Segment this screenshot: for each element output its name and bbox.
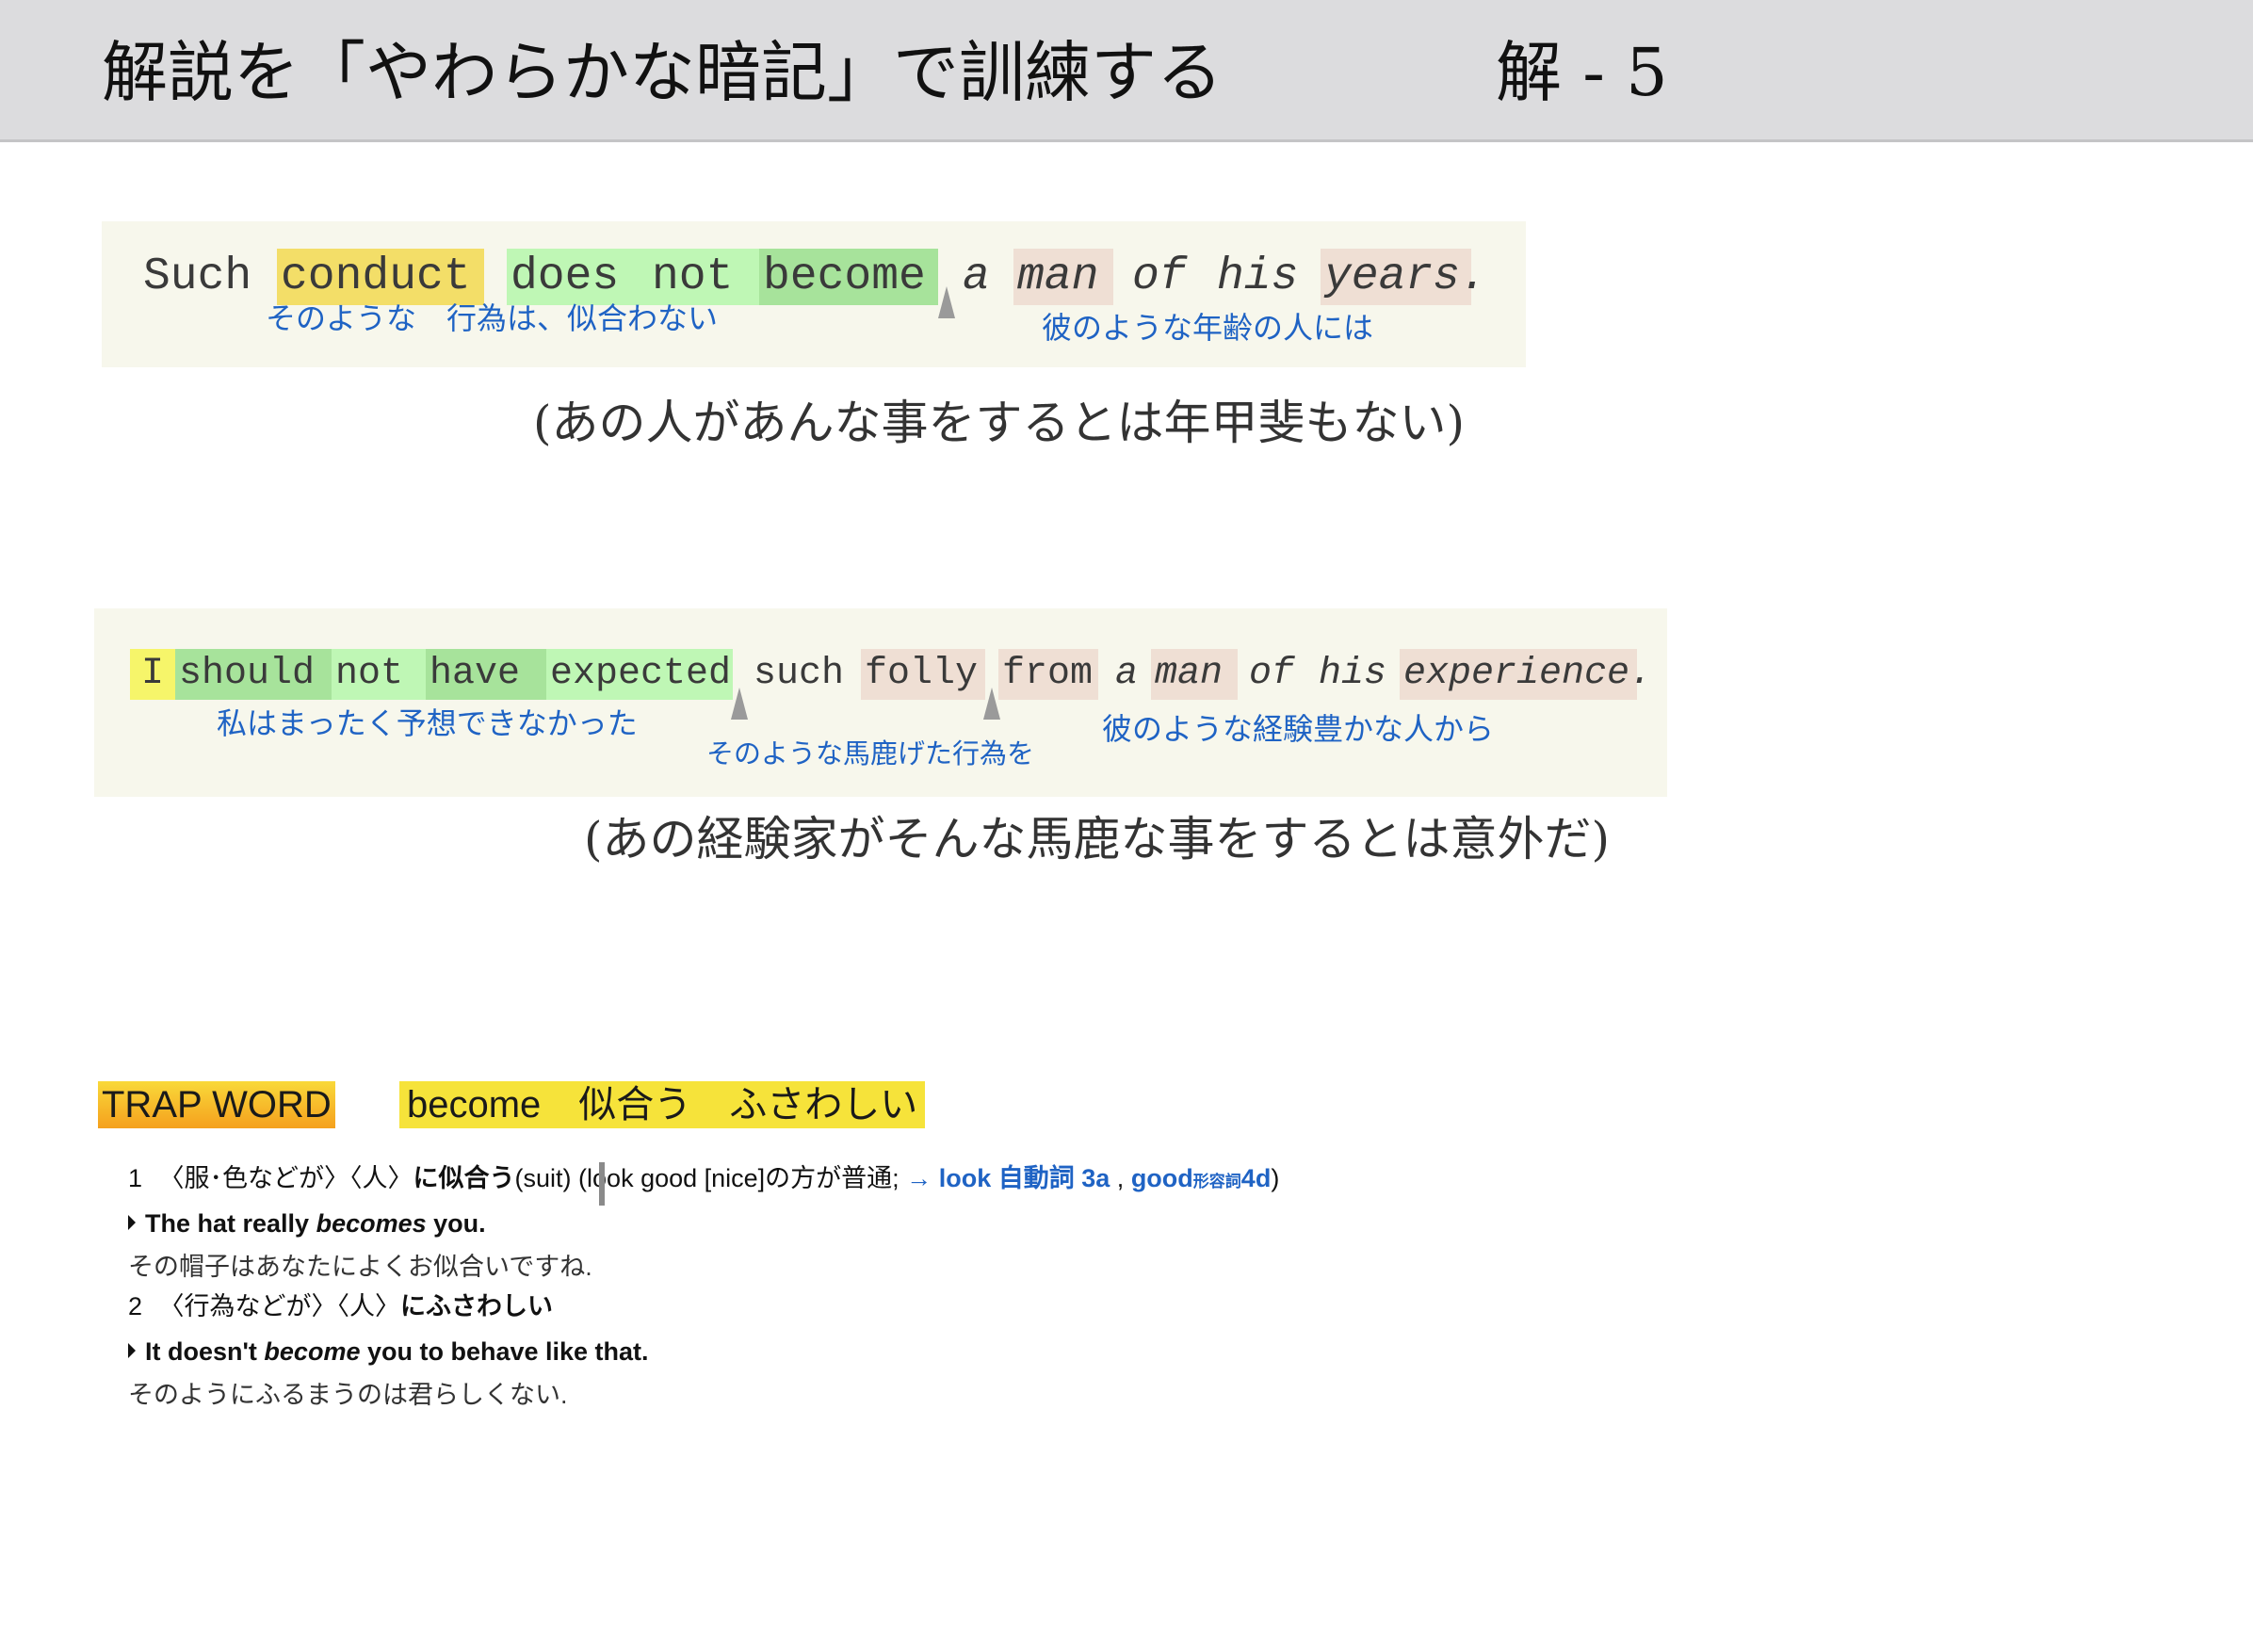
example-2-post: you to behave like that. (360, 1337, 649, 1366)
page-number: 解 - 5 (1496, 34, 1668, 111)
word-folly: folly (861, 649, 985, 700)
example-1-post: you. (426, 1209, 486, 1238)
word-a: a (963, 251, 990, 302)
dict-sense-1: 1 〈服･色などが〉〈人〉に似合う(suit) (look good [nice… (128, 1166, 1279, 1191)
example-2-pre: It doesn't (145, 1337, 265, 1366)
text-cursor (599, 1162, 605, 1206)
word-expected: expected (546, 649, 733, 700)
sense-number-2: 2 (128, 1292, 143, 1320)
link-look[interactable]: look 自動詞 3a (939, 1164, 1110, 1192)
sense-context-2: 〈行為などが〉〈人〉 (158, 1292, 401, 1320)
word-of: of (1132, 251, 1187, 302)
example-1-pre: The hat really (145, 1209, 316, 1238)
word-have: have (426, 649, 546, 700)
link-good[interactable]: good形容詞4d (1131, 1164, 1272, 1192)
word-from: from (998, 649, 1098, 700)
triangle-bullet-icon-2 (128, 1343, 136, 1358)
dict-example-2: It doesn't become you to behave like tha… (128, 1339, 649, 1365)
sense-number-1: 1 (128, 1164, 143, 1192)
dict-translation-2: そのようにふるまうのは君らしくない. (128, 1381, 568, 1409)
link-good-word: good (1130, 1164, 1193, 1192)
sense-note: look good [nice]の方が普通; (587, 1164, 900, 1192)
gloss-from-experienced-man: 彼のような経験豊かな人から (1102, 711, 1495, 747)
word-man: man (1013, 249, 1113, 305)
header-bar: 解説を「やわらかな暗記」で訓練する 解 - 5 (0, 0, 2253, 142)
word-should: should (175, 649, 332, 700)
example-2-em: become (264, 1337, 361, 1366)
word-become: become (759, 249, 938, 305)
word-experience: experience. (1400, 649, 1652, 700)
gloss-such-folly: そのような馬鹿げた行為を (706, 737, 1035, 769)
gloss-did-not-expect: 私はまったく予想できなかった (217, 705, 638, 741)
phrase-boundary-marker (938, 286, 955, 318)
link-good-num: 4d (1240, 1164, 1272, 1192)
arrow-icon: → (906, 1164, 932, 1192)
word-not-2: not (332, 649, 426, 700)
sense-meaning-2: にふさわしい (400, 1292, 554, 1320)
translation-2: (あの経験家がそんな馬鹿な事をするとは意外だ) (584, 812, 1611, 866)
word-i: I (130, 649, 175, 700)
example-1-em: becomes (316, 1209, 427, 1238)
word-not: not (648, 249, 759, 305)
dict-example-1: The hat really becomes you. (128, 1211, 486, 1237)
page-title: 解説を「やわらかな暗記」で訓練する (102, 34, 1223, 111)
phrase-boundary-marker-3 (983, 688, 1000, 720)
gloss-such: そのような (266, 300, 417, 336)
sense-context-1: 〈服･色などが〉〈人〉 (158, 1164, 413, 1192)
link-good-pos: 形容詞 (1192, 1173, 1241, 1190)
translation-1: (あの人があんな事をするとは年甲斐もない) (533, 396, 1466, 450)
link-separator: , (1116, 1164, 1125, 1192)
trap-word-definition: become 似合う ふさわしい (399, 1081, 926, 1128)
word-years: years. (1321, 249, 1487, 305)
word-does: does (507, 249, 648, 305)
word-conduct: conduct (277, 249, 484, 305)
gloss-man-of-his-years: 彼のような年齢の人には (1042, 310, 1374, 346)
word-his-2: his (1319, 653, 1387, 695)
phrase-boundary-marker-2 (731, 688, 748, 720)
dict-sense-2: 2 〈行為などが〉〈人〉にふさわしい (128, 1294, 553, 1320)
word-of-2: of (1249, 653, 1295, 695)
sense-suit: (suit) ( (514, 1164, 588, 1192)
word-such-2: such (754, 653, 845, 695)
trap-word-badge: TRAP WORD (98, 1081, 335, 1128)
sense-meaning-1: に似合う (413, 1164, 515, 1192)
triangle-bullet-icon (128, 1215, 136, 1230)
gloss-conduct-not-become: 行為は、似合わない (446, 300, 719, 336)
word-a-2: a (1115, 653, 1139, 695)
dict-translation-1: その帽子はあなたによくお似合いですね. (128, 1253, 592, 1281)
sense-close-paren: ) (1271, 1164, 1280, 1192)
word-his: his (1217, 251, 1299, 302)
word-man-2: man (1151, 649, 1238, 700)
word-such: Such (143, 251, 252, 302)
